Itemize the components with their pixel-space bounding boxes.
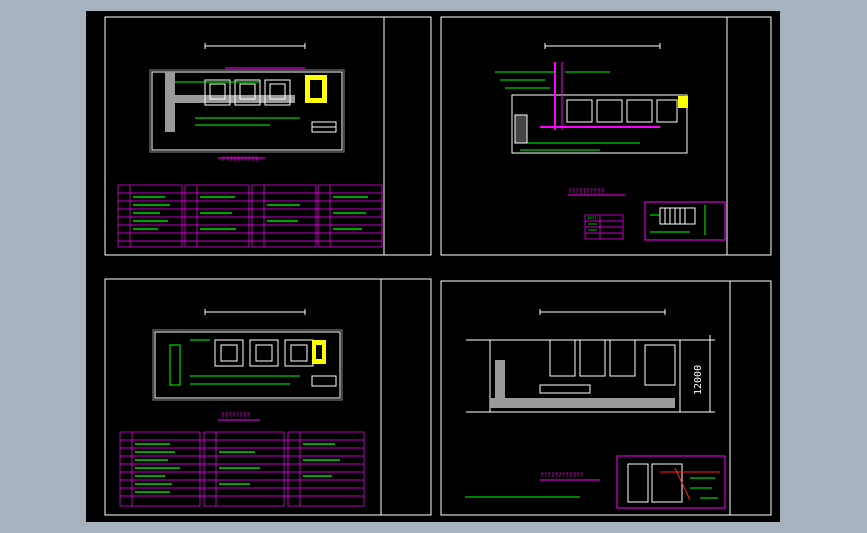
drawing-2-title: ?????????? [568,188,605,195]
drawing-4-title: ???????????? [540,472,584,479]
floor-plan-2 [495,43,688,196]
detail-box-2 [644,201,726,241]
drawing-frame-2[interactable] [440,16,772,256]
legend-title-2: ???? [587,216,597,221]
material-tables-3 [119,431,365,507]
drawing-1-title: ?????????? [222,156,259,163]
floor-plan-3 [152,309,343,421]
cad-canvas[interactable]: ?????????? ?????????? ???? ???????? 1200… [86,11,780,522]
dimension-12000: 12000 [693,365,704,395]
floor-plan-1 [149,43,345,159]
drawing-sheet[interactable]: ?????????? ?????????? ???? ???????? 1200… [86,11,780,522]
material-tables-1 [117,184,383,248]
drawing-frame-3[interactable] [104,278,432,516]
drawing-3-title: ???????? [221,412,250,419]
section-drawing-4 [465,309,715,498]
detail-box-4 [616,455,726,509]
